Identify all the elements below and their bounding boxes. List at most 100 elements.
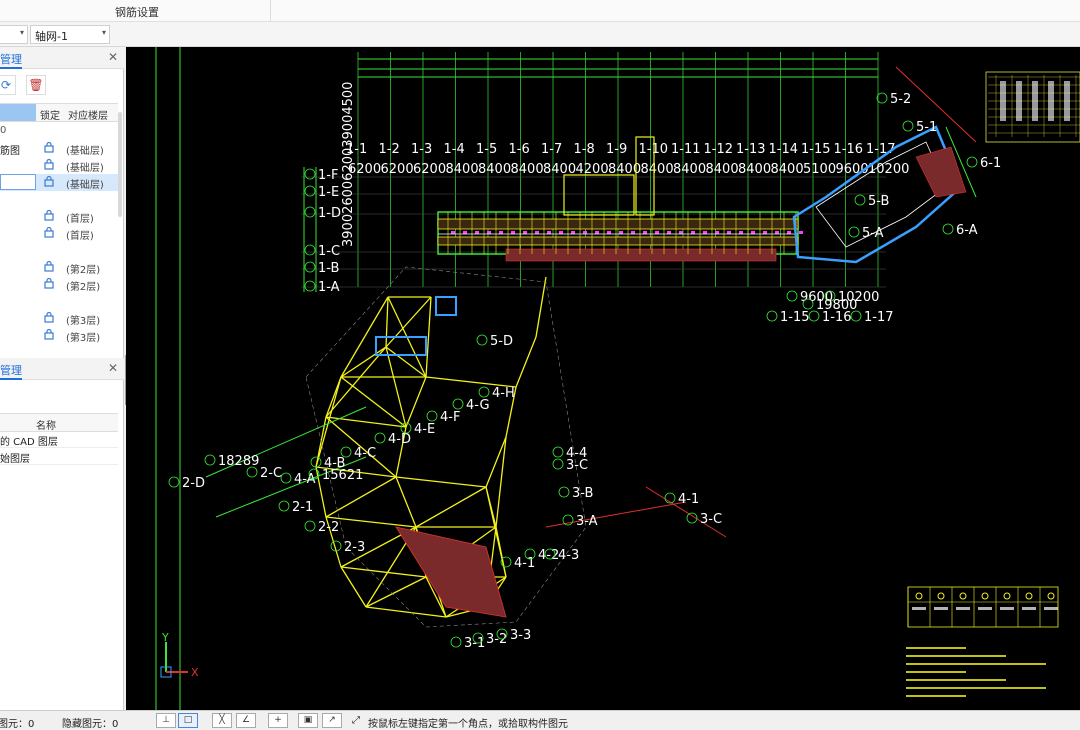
layer-manager-header: 管理 ✕ bbox=[0, 47, 124, 69]
cad-drawing-canvas[interactable]: 1-1 6200 1-2 6200 1-3 6200 1-4 8400 1-5 8400 1-6 84… bbox=[126, 47, 1080, 710]
y-axis-label: Y bbox=[161, 631, 169, 644]
axis-label: 4-A bbox=[294, 472, 316, 487]
corridor-strip bbox=[437, 236, 799, 246]
table-text bbox=[978, 607, 992, 610]
layer-floor: (基础层) bbox=[66, 180, 104, 191]
lock-icon[interactable] bbox=[43, 209, 55, 221]
axis-bubble bbox=[452, 398, 464, 410]
legend-symbol bbox=[915, 592, 923, 600]
axis-bubble bbox=[426, 410, 438, 422]
axis-bubble bbox=[476, 334, 488, 346]
axis-label: 1-3 bbox=[411, 142, 432, 157]
room-marker bbox=[619, 231, 623, 234]
axis-label: 3-C bbox=[700, 512, 722, 527]
cad-layer-header: 管理 ✕ bbox=[0, 358, 124, 380]
layer-row[interactable]: (第2层) bbox=[0, 276, 118, 293]
cad-layer-title[interactable]: 管理 bbox=[0, 362, 22, 378]
lock-icon[interactable] bbox=[43, 277, 55, 289]
lock-icon[interactable] bbox=[43, 158, 55, 170]
layer-row[interactable]: (首层) bbox=[0, 225, 118, 242]
refresh-icon[interactable]: ⟳ bbox=[0, 75, 16, 95]
axis-label: 1-2 bbox=[379, 142, 400, 157]
room-marker bbox=[499, 231, 503, 234]
beam bbox=[385, 296, 389, 348]
room-marker bbox=[631, 231, 635, 234]
room-marker bbox=[679, 231, 683, 234]
lock-icon[interactable] bbox=[43, 311, 55, 323]
dimension-label: 39002600620039004500 bbox=[341, 82, 356, 247]
cross-select-icon[interactable]: ╳ bbox=[212, 713, 232, 728]
table-text bbox=[1048, 81, 1054, 121]
axis-label: 2-C bbox=[260, 466, 282, 481]
axis-label: 5-D bbox=[490, 334, 513, 349]
axis-bubble bbox=[848, 226, 860, 238]
layer-row[interactable]: (第2层) bbox=[0, 259, 118, 276]
legend-symbol bbox=[937, 592, 945, 600]
angle-icon[interactable]: ∠ bbox=[236, 713, 256, 728]
axis-label: 2-1 bbox=[292, 500, 313, 515]
axis-label: 1-E bbox=[318, 185, 339, 200]
beam bbox=[415, 486, 487, 528]
lock-icon[interactable] bbox=[43, 328, 55, 340]
room-marker bbox=[523, 231, 527, 234]
scrollbar[interactable] bbox=[118, 112, 122, 217]
layer-row[interactable]: (第3层) bbox=[0, 327, 118, 344]
axis-bubble bbox=[478, 386, 490, 398]
notes-block bbox=[906, 647, 1046, 697]
room-marker bbox=[775, 231, 779, 234]
axis-label: 4-1 bbox=[678, 492, 699, 507]
floor-select[interactable]: ▾ bbox=[0, 25, 28, 44]
layer-manager-title[interactable]: 管理 bbox=[0, 51, 22, 67]
layer-row-selected[interactable]: (基础层) bbox=[0, 174, 118, 191]
room-marker bbox=[715, 231, 719, 234]
boundary-line bbox=[545, 501, 687, 528]
axis-bubble bbox=[304, 206, 316, 218]
select-box-icon[interactable]: □ bbox=[178, 713, 198, 728]
axis-label: 5-A bbox=[862, 226, 884, 241]
axis-label: 2-3 bbox=[344, 540, 365, 555]
beam bbox=[535, 276, 547, 338]
axis-bubble bbox=[204, 454, 216, 466]
beam bbox=[315, 376, 342, 468]
dimension-label: 6200 bbox=[413, 162, 446, 177]
close-icon[interactable]: ✕ bbox=[108, 50, 118, 64]
ortho-toggle-icon[interactable]: ⊥ bbox=[156, 713, 176, 728]
axis-label: 3-1 bbox=[464, 636, 485, 651]
axis-bubble bbox=[786, 290, 798, 302]
lock-icon[interactable] bbox=[43, 175, 55, 187]
layer-row[interactable]: (基础层) bbox=[0, 157, 118, 174]
layer-name-input[interactable] bbox=[0, 174, 36, 190]
lock-icon[interactable] bbox=[43, 260, 55, 272]
legend-symbol bbox=[981, 592, 989, 600]
save-view-icon[interactable]: ▣ bbox=[298, 713, 318, 728]
axis-label: 1-B bbox=[318, 261, 339, 276]
room-marker bbox=[703, 231, 707, 234]
cad-layer-row[interactable]: 始图层 bbox=[0, 448, 118, 465]
close-icon[interactable]: ✕ bbox=[108, 361, 118, 375]
axis-label: 4-G bbox=[466, 398, 490, 413]
axis-label: 1-5 bbox=[476, 142, 497, 157]
note-line bbox=[906, 671, 966, 673]
beam bbox=[340, 566, 427, 578]
lock-icon[interactable] bbox=[43, 141, 55, 153]
layer-row[interactable]: (首层) bbox=[0, 208, 118, 225]
pick-element-icon[interactable]: ↗ bbox=[322, 713, 342, 728]
layer-name: 筋图 bbox=[0, 146, 20, 157]
axis-bubble bbox=[304, 261, 316, 273]
legend-symbol bbox=[959, 592, 967, 600]
room-marker bbox=[787, 231, 791, 234]
table-text bbox=[1044, 607, 1058, 610]
layer-row[interactable]: (第3层) bbox=[0, 310, 118, 327]
layer-row[interactable]: 筋图 (基础层) bbox=[0, 140, 118, 157]
axis-label: 1-16 bbox=[834, 142, 864, 157]
lock-icon[interactable] bbox=[43, 226, 55, 238]
axis-grid-select[interactable]: 轴网-1 ▾ bbox=[30, 25, 110, 44]
room-strip bbox=[505, 248, 777, 262]
dimension-label: 5100 bbox=[803, 162, 836, 177]
cad-layer-row[interactable]: 的 CAD 图层 bbox=[0, 431, 118, 448]
delete-icon[interactable]: 🗑 bbox=[26, 75, 46, 95]
rebar-settings-tab[interactable]: 钢筋设置 bbox=[115, 4, 159, 20]
snap-icon[interactable]: + bbox=[268, 713, 288, 728]
axis-label: 1-4 bbox=[444, 142, 465, 157]
axis-label: 1-8 bbox=[574, 142, 595, 157]
